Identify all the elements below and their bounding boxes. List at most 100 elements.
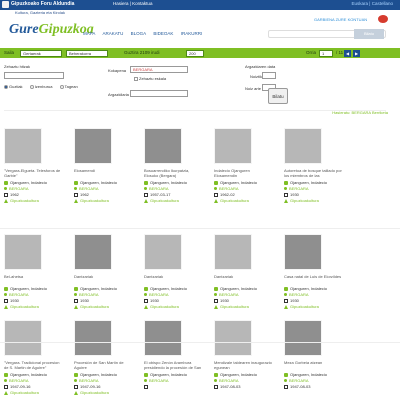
place[interactable]: BERGARA — [289, 186, 309, 191]
author[interactable]: Ojanguren, Indalecio — [220, 286, 257, 291]
license[interactable]: Gipuzkoakultura — [80, 304, 109, 309]
photo-thumbnail[interactable] — [284, 320, 322, 356]
kokapena-input[interactable]: BERGARA — [130, 66, 188, 73]
place[interactable]: BERGARA — [289, 378, 309, 383]
top-right-links[interactable]: Hasieratu: BERGARA Berriketa — [332, 110, 388, 115]
radio-title[interactable] — [29, 84, 34, 89]
place[interactable]: BERGARA — [149, 292, 169, 297]
author[interactable]: Ojanguren, Indalecio — [80, 180, 117, 185]
nav-bideoak[interactable]: BIDEOAK — [153, 31, 173, 36]
prev-page-icon[interactable]: ◀ — [344, 50, 351, 57]
result-title[interactable]: Dantzariak — [214, 275, 274, 284]
author[interactable]: Ojanguren, Indalecio — [10, 286, 47, 291]
argazkilari-input[interactable] — [130, 90, 188, 97]
license[interactable]: Gipuzkoakultura — [220, 304, 249, 309]
place[interactable]: BERGARA — [79, 186, 99, 191]
author[interactable]: Ojanguren, Indalecio — [10, 372, 47, 377]
nav-bloga[interactable]: BLOGA — [131, 31, 147, 36]
photo-thumbnail[interactable] — [284, 128, 322, 164]
place[interactable]: BERGARA — [9, 292, 29, 297]
author[interactable]: Ojanguren, Indalecio — [290, 180, 327, 185]
author[interactable]: Ojanguren, Indalecio — [220, 180, 257, 185]
place[interactable]: BERGARA — [219, 378, 239, 383]
flag-icon[interactable] — [378, 15, 388, 23]
license[interactable]: Gipuzkoakultura — [150, 304, 179, 309]
result-title[interactable]: Indalecio Ojanguren Elosamendin — [214, 169, 274, 178]
place[interactable]: BERGARA — [79, 292, 99, 297]
place[interactable]: BERGARA — [9, 186, 29, 191]
photo-thumbnail[interactable] — [144, 234, 182, 270]
place[interactable]: BERGARA — [219, 186, 239, 191]
license[interactable]: Gipuzkoakultura — [290, 304, 319, 309]
place[interactable]: BERGARA — [149, 378, 169, 383]
order-select[interactable]: Beherakorra — [66, 49, 108, 57]
photo-thumbnail[interactable] — [74, 128, 112, 164]
per-page-select[interactable]: 200 — [186, 49, 204, 57]
result-title[interactable]: Dantzariak — [74, 275, 134, 284]
place[interactable]: BERGARA — [149, 186, 169, 191]
photo-thumbnail[interactable] — [214, 234, 252, 270]
noiztik-input[interactable] — [262, 72, 276, 79]
radio-all[interactable] — [4, 84, 8, 89]
result-title[interactable]: Mendizale taldearen inaugurazio egunean — [214, 361, 274, 370]
nav-arakatu[interactable]: ARAKATU — [102, 31, 123, 36]
saila-select[interactable]: Gertaerak — [20, 49, 62, 57]
photo-thumbnail[interactable] — [214, 128, 252, 164]
next-page-icon[interactable]: ▶ — [353, 50, 360, 57]
place[interactable]: BERGARA — [79, 378, 99, 383]
result-title[interactable]: Dantzariak — [144, 275, 204, 284]
result-title[interactable]: Bosuarrendiko Ikurpatzia, Elosuko (Berga… — [144, 169, 204, 178]
result-title[interactable]: Casa natal de Luis de Elorzildes — [284, 275, 344, 284]
place[interactable]: BERGARA — [289, 292, 309, 297]
author[interactable]: Ojanguren, Indalecio — [290, 286, 327, 291]
result-title[interactable]: "Vergara. Tradicional procesion de S. Ma… — [4, 361, 64, 370]
license[interactable]: Gipuzkoakultura — [10, 198, 39, 203]
author[interactable]: Ojanguren, Indalecio — [80, 372, 117, 377]
place[interactable]: BERGARA — [219, 292, 239, 297]
top-links[interactable]: Hasiera | Kontaktua — [113, 1, 152, 6]
brand-logo[interactable]: GureGipuzkoa — [9, 22, 94, 38]
photo-thumbnail[interactable] — [74, 320, 112, 356]
photo-thumbnail[interactable] — [284, 234, 322, 270]
language-links[interactable]: Euskara | Castellano — [352, 1, 393, 6]
nav-irakurri[interactable]: IRAKURRI — [181, 31, 203, 36]
result-title[interactable]: Meza Gorbeia atzean — [284, 361, 344, 370]
license[interactable]: Gipuzkoakultura — [220, 198, 249, 203]
license[interactable]: Gipuzkoakultura — [10, 304, 39, 309]
result-title[interactable]: Procesión de San Martín de Aguirre — [74, 361, 134, 370]
result-title[interactable]: Autoretoa de bosque taillado por los mie… — [284, 169, 344, 178]
search-button[interactable]: Bilatu — [354, 29, 384, 39]
author[interactable]: Ojanguren, Indalecio — [150, 372, 187, 377]
photo-thumbnail[interactable] — [144, 128, 182, 164]
photo-thumbnail[interactable] — [4, 320, 42, 356]
result-title[interactable]: El obispo Zenón Arambura presidiendo la … — [144, 361, 204, 370]
result-title[interactable]: Elosamendi — [74, 169, 134, 178]
photo-thumbnail[interactable] — [74, 234, 112, 270]
user-link[interactable]: GARBIENA ZURE KONTUAN — [314, 17, 367, 22]
photo-thumbnail[interactable] — [4, 128, 42, 164]
page-input[interactable]: 1 — [319, 49, 333, 57]
photo-thumbnail[interactable] — [144, 320, 182, 356]
license[interactable]: Gipuzkoakultura — [10, 390, 39, 395]
words-input[interactable] — [4, 72, 64, 79]
photo-thumbnail[interactable] — [4, 234, 42, 270]
author[interactable]: Ojanguren, Indalecio — [150, 180, 187, 185]
author[interactable]: Ojanguren, Indalecio — [290, 372, 327, 377]
bilatu-button[interactable]: Bilatu — [268, 88, 288, 104]
radio-tag[interactable] — [59, 84, 64, 89]
place[interactable]: BERGARA — [9, 378, 29, 383]
nav-mapa[interactable]: MAPA — [83, 31, 95, 36]
license[interactable]: Gipuzkoakultura — [150, 198, 179, 203]
author[interactable]: Ojanguren, Indalecio — [10, 180, 47, 185]
result-title[interactable]: "Vergara-Elgueta. Telesforos de Garbie" — [4, 169, 64, 178]
zehaztu-check[interactable] — [134, 76, 138, 81]
photo-thumbnail[interactable] — [214, 320, 252, 356]
author[interactable]: Ojanguren, Indalecio — [150, 286, 187, 291]
result-title[interactable]: Bel-ahetsa — [4, 275, 64, 284]
author[interactable]: Ojanguren, Indalecio — [80, 286, 117, 291]
year: 1930 — [150, 298, 159, 303]
license[interactable]: Gipuzkoakultura — [290, 198, 319, 203]
license[interactable]: Gipuzkoakultura — [80, 390, 109, 395]
license[interactable]: Gipuzkoakultura — [80, 198, 109, 203]
author[interactable]: Ojanguren, Indalecio — [220, 372, 257, 377]
